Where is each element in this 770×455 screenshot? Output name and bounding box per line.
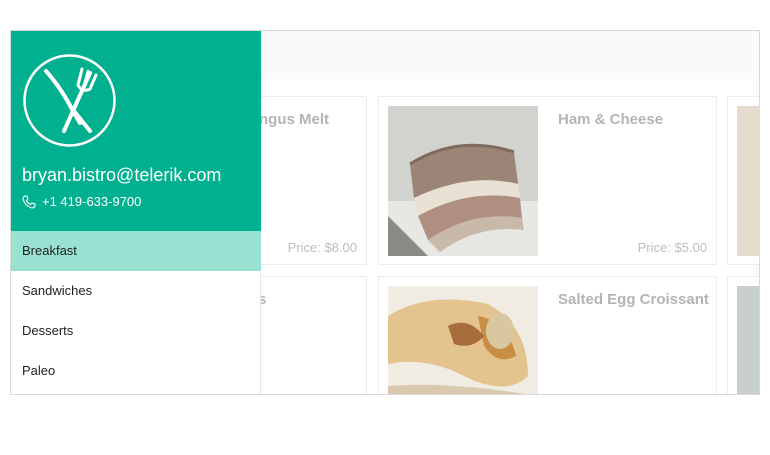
menu-item-card-salted-egg[interactable]: Salted Egg Croissant — [378, 276, 717, 394]
menu-item-card-partial-right[interactable] — [727, 96, 759, 265]
account-phone: +1 419-633-9700 — [42, 194, 142, 209]
category-menu: Breakfast Sandwiches Desserts Paleo — [11, 231, 261, 391]
food-image — [737, 286, 759, 394]
phone-icon — [22, 194, 36, 209]
menu-item-price: Price: $5.00 — [637, 240, 707, 255]
menu-item-title: ngus Melt — [259, 111, 329, 128]
app-window: ngus Melt Price: $8.00 Ham & Cheese Pric… — [10, 30, 760, 395]
drawer-header: bryan.bistro@telerik.com +1 419-633-9700 — [11, 31, 261, 231]
sandwich-image — [388, 106, 538, 256]
food-image — [737, 106, 759, 256]
menu-item-desserts[interactable]: Desserts — [11, 311, 261, 351]
fork-knife-icon — [23, 54, 116, 147]
menu-item-card-partial-right-2[interactable] — [727, 276, 759, 394]
menu-item-price: Price: $8.00 — [287, 240, 357, 255]
menu-item-card-ham-cheese[interactable]: Ham & Cheese Price: $5.00 — [378, 96, 717, 265]
menu-item-breakfast[interactable]: Breakfast — [11, 231, 261, 271]
menu-item-paleo[interactable]: Paleo — [11, 351, 261, 391]
croissant-image — [388, 286, 538, 394]
navigation-drawer: bryan.bistro@telerik.com +1 419-633-9700… — [11, 31, 261, 394]
menu-item-title: Salted Egg Croissant — [558, 291, 709, 308]
account-email: bryan.bistro@telerik.com — [22, 165, 222, 185]
phone-row: +1 419-633-9700 — [22, 194, 141, 209]
menu-item-title: Ham & Cheese — [558, 111, 664, 128]
menu-item-sandwiches[interactable]: Sandwiches — [11, 271, 261, 311]
